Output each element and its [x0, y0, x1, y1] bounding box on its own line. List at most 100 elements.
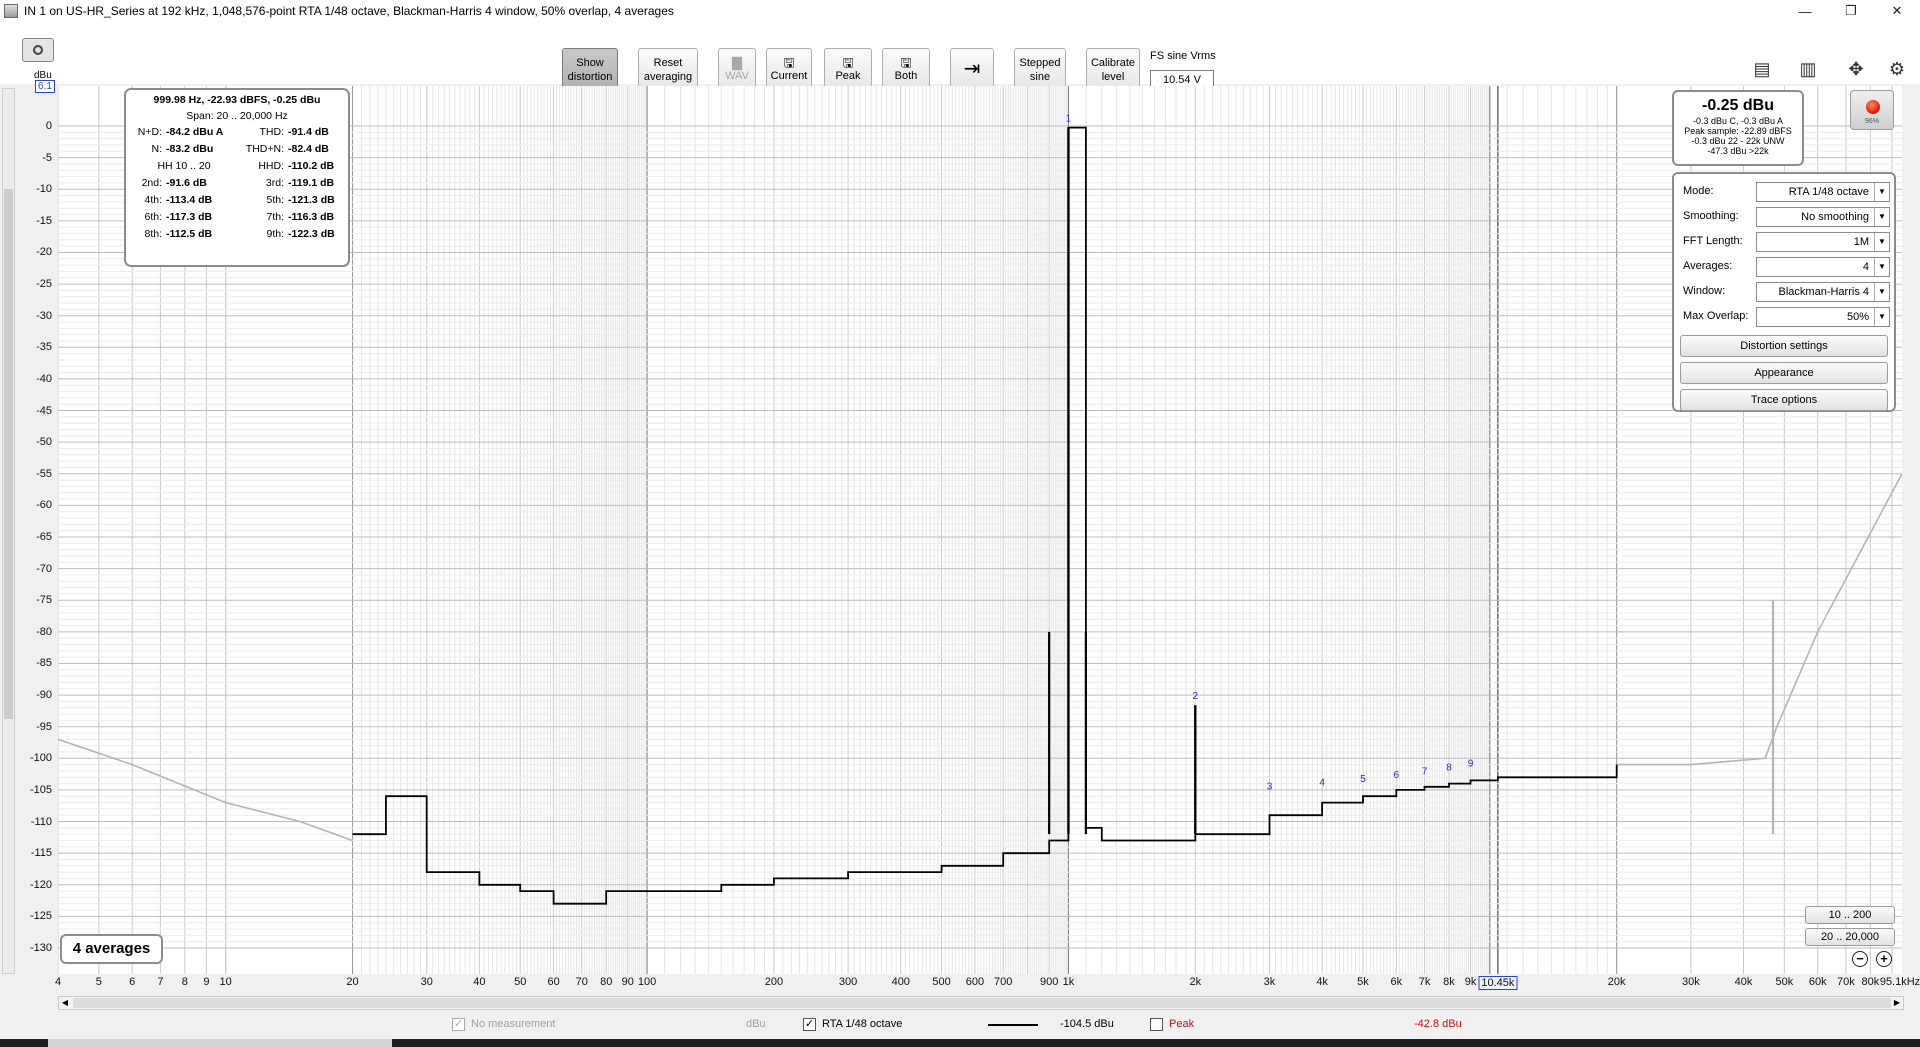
x-tick-label: 6k — [1390, 976, 1403, 988]
setting-select[interactable]: RTA 1/48 octave ▼ — [1756, 182, 1890, 202]
x-tick-label: 9k — [1464, 976, 1477, 988]
wav-button[interactable]: ▇ WAV — [718, 48, 756, 91]
y-tick-label: 0 — [45, 120, 52, 132]
minimize-button[interactable]: — — [1782, 0, 1828, 22]
setting-label: FFT Length: — [1683, 235, 1743, 247]
app-window: IN 1 on US-HR_Series at 192 kHz, 1,048,5… — [0, 0, 1920, 1047]
metric-value: -113.4 dB — [166, 194, 213, 206]
metric-value: -110.2 dB — [288, 160, 335, 172]
y-tick-label: -10 — [36, 183, 52, 196]
setting-row: FFT Length: 1M ▼ — [1680, 230, 1890, 255]
settings-panel: Mode: RTA 1/48 octave ▼ Smoothing: No smooth… — [1672, 172, 1896, 412]
x-tick-label: 50 — [514, 976, 527, 988]
save-icon: 🖫 — [783, 55, 795, 70]
y-tick-label: -90 — [36, 689, 52, 702]
x-tick-label: 20k — [1607, 976, 1626, 988]
x-tick-label: 1k — [1062, 976, 1075, 988]
setting-select[interactable]: 4 ▼ — [1756, 257, 1890, 277]
chevron-down-icon: ▼ — [1874, 208, 1889, 226]
chevron-down-icon: ▼ — [1874, 283, 1889, 301]
distortion-settings-button[interactable]: Distortion settings — [1680, 335, 1888, 357]
reset-averaging-button[interactable]: Reset averaging — [638, 48, 698, 91]
camera-icon[interactable] — [22, 38, 54, 62]
setting-select[interactable]: 50% ▼ — [1756, 307, 1890, 327]
fit-arrows-icon[interactable]: ✥ — [1838, 56, 1874, 82]
metric-label: 9th: — [266, 228, 284, 240]
x-tick-label: 600 — [965, 976, 985, 988]
harmonic-marker: 8 — [1446, 763, 1452, 774]
folder-icon: ▇ — [732, 55, 742, 70]
range-10-200-button[interactable]: 10 .. 200 — [1805, 906, 1895, 924]
setting-select[interactable]: No smoothing ▼ — [1756, 207, 1890, 227]
gear-icon[interactable]: ⚙ — [1884, 56, 1910, 82]
hh-range-label: HH 10 .. 20 — [157, 160, 211, 172]
stepped-sine-button[interactable]: Stepped sine — [1014, 48, 1066, 91]
metric-label: 3rd: — [265, 177, 284, 189]
y-tick-label: -65 — [36, 531, 52, 543]
setting-row: Window: Blackman-Harris 4 ▼ — [1680, 280, 1890, 305]
setting-label: Smoothing: — [1683, 210, 1739, 222]
harmonic-marker: 6 — [1394, 770, 1400, 781]
setting-select[interactable]: 1M ▼ — [1756, 232, 1890, 252]
toolbar: Show distortion Reset averaging ▇ WAV 🖫 … — [0, 22, 1920, 91]
x-tick-label: 20 — [346, 976, 359, 988]
setting-row: Max Overlap: 50% ▼ — [1680, 305, 1890, 330]
trace-options-button[interactable]: Trace options — [1680, 389, 1888, 411]
x-tick-label: 10 — [219, 976, 232, 988]
maximize-button[interactable]: ❐ — [1828, 0, 1874, 22]
chevron-down-icon: ▼ — [1874, 183, 1889, 201]
x-tick-label: 95.1kHz — [1879, 976, 1920, 988]
save-icon: 🖫 — [842, 55, 854, 70]
calibrate-level-button[interactable]: Calibrate level — [1086, 48, 1140, 91]
y-tick-label: -105 — [29, 783, 52, 796]
range-20-20000-button[interactable]: 20 .. 20,000 — [1805, 928, 1895, 946]
x-tick-label: 8 — [181, 976, 188, 988]
harmonic-marker: 9 — [1468, 759, 1474, 770]
setting-row: Mode: RTA 1/48 octave ▼ — [1680, 180, 1890, 205]
appearance-button[interactable]: Appearance — [1680, 362, 1888, 384]
metric-label: 6th: — [144, 211, 162, 223]
setting-label: Window: — [1683, 285, 1726, 297]
averages-label: 4 averages — [60, 934, 163, 964]
export-button[interactable]: ⇥ — [950, 48, 994, 91]
y-tick-label: -55 — [36, 467, 52, 480]
setting-select[interactable]: Blackman-Harris 4 ▼ — [1756, 282, 1890, 302]
setting-row: Averages: 4 ▼ — [1680, 255, 1890, 280]
metric-value: -82.4 dB — [288, 143, 329, 155]
metric-value: -122.3 dB — [288, 228, 335, 240]
checkbox-icon[interactable]: ✓ — [452, 1017, 465, 1031]
x-zoom-out-icon[interactable]: − — [1852, 951, 1868, 967]
title-bar: IN 1 on US-HR_Series at 192 kHz, 1,048,5… — [0, 0, 1920, 22]
chevron-down-icon: ▼ — [1874, 233, 1889, 251]
scroll-right-icon[interactable]: ▶ — [1891, 997, 1903, 1009]
checkbox-icon[interactable] — [1150, 1017, 1163, 1031]
y-tick-label: -120 — [29, 878, 52, 891]
both-button[interactable]: 🖫 Both — [882, 48, 930, 91]
legend-rta[interactable]: ✓ RTA 1/48 octave — [803, 1014, 902, 1034]
record-percent: 96% — [1864, 118, 1879, 125]
x-tick-label: 8k — [1443, 976, 1455, 988]
scroll-left-icon[interactable]: ◀ — [59, 997, 71, 1009]
legend-peak[interactable]: Peak — [1150, 1014, 1194, 1034]
columns-icon[interactable]: ▥ — [1790, 56, 1826, 82]
current-button[interactable]: 🖫 Current — [766, 48, 812, 91]
horizontal-scrollbar[interactable]: ◀ ▶ — [58, 996, 1904, 1010]
y-tick-label: -110 — [30, 815, 52, 828]
window-title: IN 1 on US-HR_Series at 192 kHz, 1,048,5… — [24, 4, 674, 18]
x-zoom-in-icon[interactable]: + — [1876, 951, 1892, 967]
chevron-down-icon: ▼ — [1874, 258, 1889, 276]
y-tick-label: -25 — [36, 278, 52, 291]
y-tick-label: -5 — [42, 151, 52, 164]
record-button[interactable]: 96% — [1850, 90, 1894, 130]
close-button[interactable]: ✕ — [1874, 0, 1920, 22]
peak-button[interactable]: 🖫 Peak — [824, 48, 872, 91]
y-tick-label: -15 — [36, 214, 52, 227]
panel-layout-icon[interactable]: ▤ — [1744, 56, 1780, 82]
legend-peak-value: -42.8 dBu — [1414, 1018, 1462, 1030]
legend-no-measurement[interactable]: ✓ No measurement — [452, 1014, 555, 1034]
checkbox-icon[interactable]: ✓ — [803, 1017, 816, 1031]
y-top-value[interactable]: 6.1 — [35, 80, 55, 93]
metric-value: -112.5 dB — [166, 228, 213, 240]
show-distortion-button[interactable]: Show distortion — [562, 48, 618, 91]
level-unweighted: -0.3 dBu 22 - 22k UNW — [1691, 136, 1785, 146]
